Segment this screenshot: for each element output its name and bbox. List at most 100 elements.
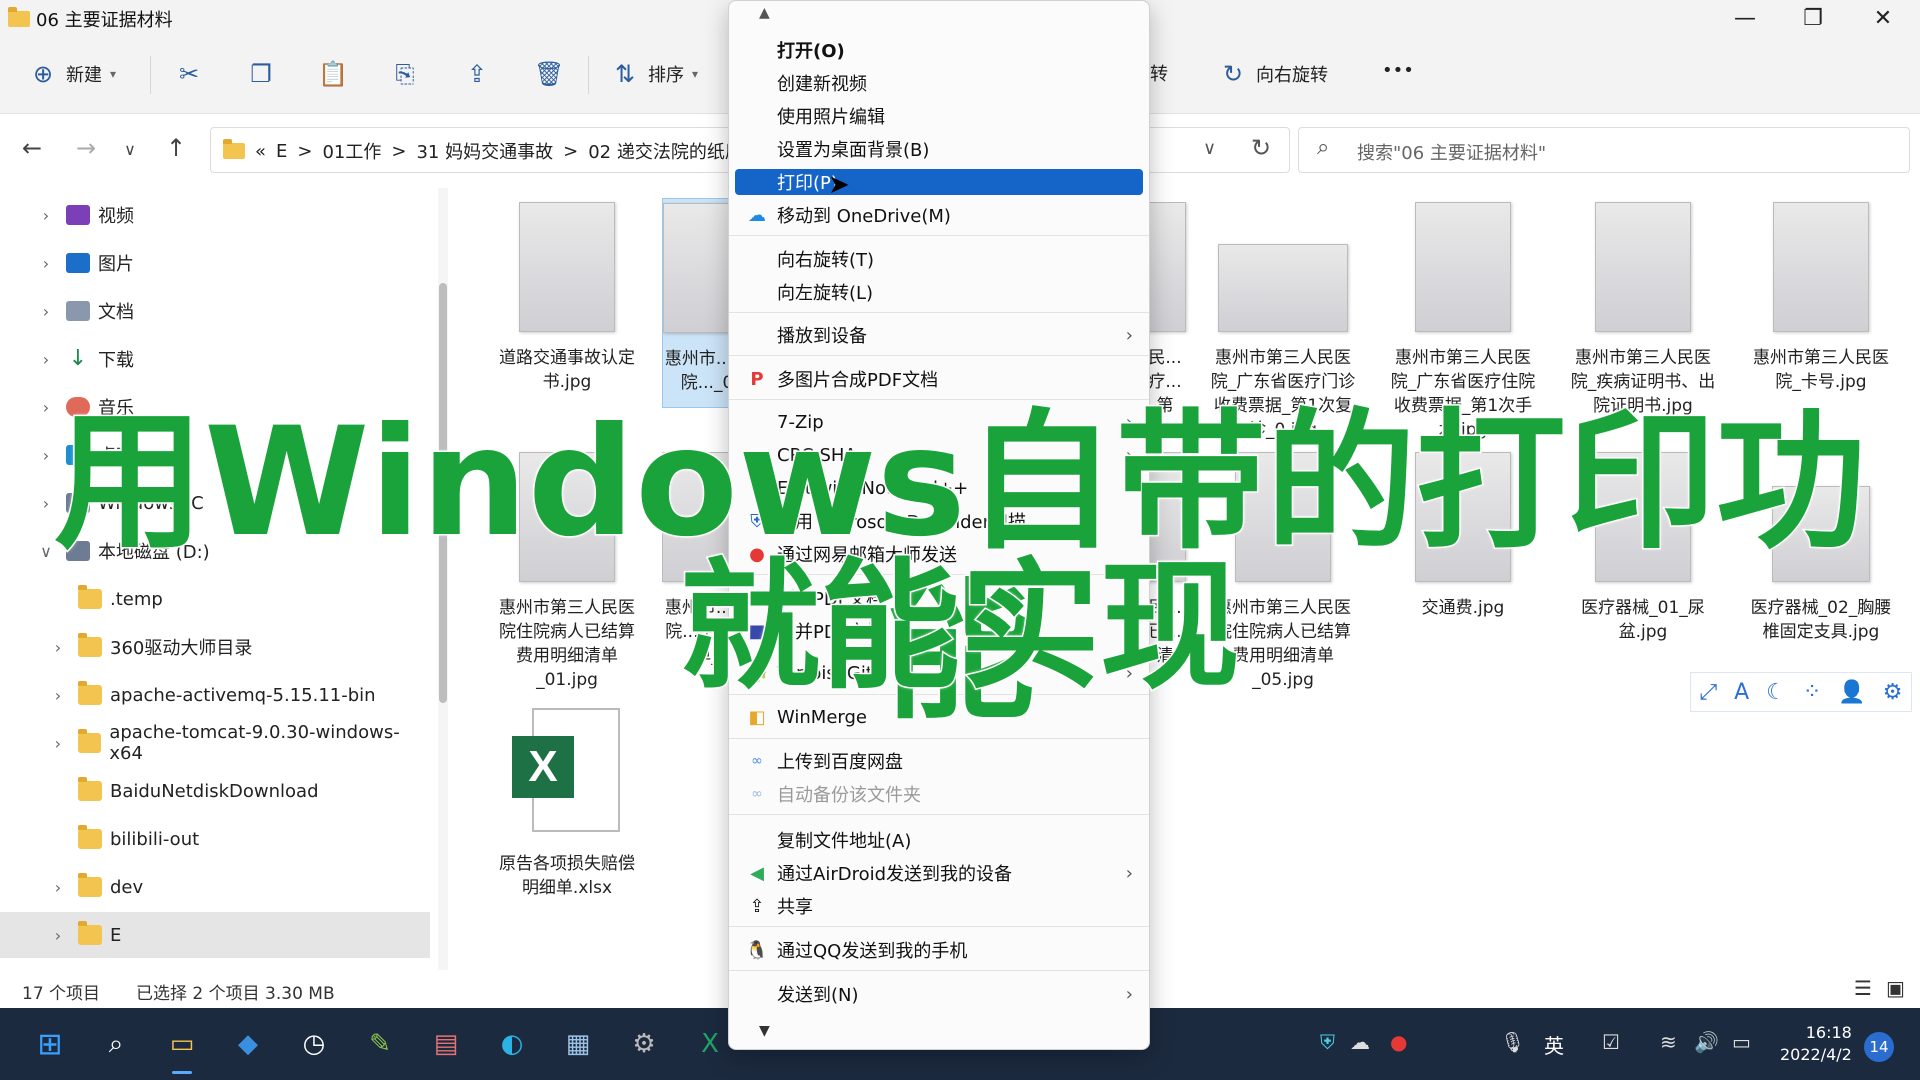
chevron-down-icon[interactable]: ∨ — [1203, 138, 1216, 159]
nav-label: 文档 — [98, 302, 134, 323]
nav-item-folder[interactable]: BaiduNetdiskDownload — [0, 768, 430, 814]
nav-label: BaiduNetdiskDownload — [110, 780, 319, 802]
menu-item-rotate-right[interactable]: 向右旋转(T) — [735, 246, 1143, 272]
breadcrumb-item[interactable]: 02 递交法院的纸质 — [588, 138, 743, 164]
chevron-right-icon[interactable]: › — [26, 350, 66, 369]
more-button[interactable]: ••• — [1382, 60, 1414, 81]
menu-item-open[interactable]: 打开(O) — [735, 37, 1143, 63]
file-item[interactable]: 道路交通事故认定书.jpg — [492, 202, 642, 394]
menu-item-share[interactable]: ⇪ 共享 — [735, 893, 1143, 919]
notification-badge[interactable]: 14 — [1864, 1032, 1894, 1062]
app-icon[interactable]: ✎ — [358, 1022, 402, 1066]
wifi-icon[interactable]: ≋ — [1660, 1030, 1677, 1054]
minimize-button[interactable]: — — [1710, 0, 1780, 36]
menu-item-copy-path[interactable]: 复制文件地址(A) — [735, 827, 1143, 853]
nav-item-downloads[interactable]: › ↓ 下载 — [0, 336, 430, 382]
cut-button[interactable]: ✂ — [174, 60, 204, 88]
forward-button[interactable]: → — [66, 134, 106, 162]
shield-icon[interactable]: ⛨ — [1320, 1030, 1335, 1054]
breadcrumb-item[interactable]: 01工作 — [322, 138, 381, 164]
edge-browser-icon[interactable]: ◐ — [490, 1022, 534, 1066]
menu-item-create-video[interactable]: 创建新视频 — [735, 70, 1143, 96]
search-input[interactable]: ⌕ 搜索"06 主要证据材料" — [1298, 127, 1910, 173]
checkbox-icon[interactable]: ☑ — [1602, 1030, 1620, 1054]
clock-app-icon[interactable]: ◷ — [292, 1022, 336, 1066]
chevron-right-icon[interactable]: › — [26, 206, 66, 225]
close-button[interactable]: ✕ — [1848, 0, 1918, 36]
menu-item-cast-to-device[interactable]: 播放到设备 › — [735, 322, 1143, 348]
breadcrumb-separator[interactable]: > — [297, 141, 312, 162]
menu-item-airdroid-send[interactable]: ◀ 通过AirDroid发送到我的设备 › — [735, 860, 1143, 886]
microphone-icon[interactable]: 🎙 — [1500, 1030, 1525, 1054]
pdf-icon: P — [750, 368, 764, 390]
file-name: 惠州市第三人民医院_卡号.jpg — [1753, 348, 1889, 392]
photos-icon[interactable]: ▦ — [556, 1022, 600, 1066]
delete-button[interactable]: 🗑 — [534, 60, 564, 88]
recent-dropdown[interactable]: ∨ — [110, 140, 150, 159]
menu-item-set-wallpaper[interactable]: 设置为桌面背景(B) — [735, 136, 1143, 162]
back-button[interactable]: ← — [12, 134, 52, 162]
sort-label: 排序 — [648, 65, 684, 86]
cloud-icon[interactable]: ☁ — [1350, 1030, 1370, 1054]
maximize-button[interactable]: ❐ — [1778, 0, 1848, 36]
menu-item-merge-images-pdf[interactable]: P 多图片合成PDF文档 — [735, 366, 1143, 392]
breadcrumb-separator[interactable]: > — [563, 141, 578, 162]
volume-icon[interactable]: 🔊 — [1694, 1030, 1719, 1054]
scroll-down-icon[interactable]: ▼ — [759, 1023, 770, 1039]
settings-icon[interactable]: ⚙ — [622, 1022, 666, 1066]
menu-item-edit-with-photos[interactable]: 使用照片编辑 — [735, 103, 1143, 129]
menu-item-print[interactable]: 打印(P) — [735, 169, 1143, 195]
breadcrumb-separator[interactable]: > — [391, 141, 406, 162]
nav-item-folder[interactable]: bilibili-out — [0, 816, 430, 862]
image-thumbnail — [1218, 244, 1348, 332]
large-icons-view-icon[interactable]: ▣ — [1886, 976, 1905, 1000]
excel-icon[interactable]: X — [688, 1022, 732, 1066]
file-explorer-icon[interactable]: ▭ — [160, 1022, 204, 1074]
menu-item-rotate-left[interactable]: 向左旋转(L) — [735, 279, 1143, 305]
nav-item-folder[interactable]: › dev — [0, 864, 430, 910]
ime-language[interactable]: 英 — [1544, 1030, 1564, 1059]
paste-button[interactable]: 📋 — [318, 60, 348, 88]
details-view-icon[interactable]: ☰ — [1854, 976, 1872, 1000]
system-clock[interactable]: 16:18 2022/4/2 — [1780, 1022, 1852, 1066]
copy-button[interactable]: ❐ — [246, 60, 276, 88]
rotate-left-button[interactable]: 转 — [1150, 60, 1168, 86]
caption-line-2: 就能实现 — [678, 546, 1241, 709]
breadcrumb-item[interactable]: 31 妈妈交通事故 — [416, 138, 553, 164]
battery-icon[interactable]: ▭ — [1732, 1030, 1751, 1054]
nav-item-videos[interactable]: › 视频 — [0, 192, 430, 238]
chevron-right-icon[interactable]: › — [26, 302, 66, 321]
up-button[interactable]: ↑ — [156, 134, 196, 162]
sort-button[interactable]: ⇅ 排序 ▾ — [610, 60, 698, 88]
menu-item-qq-send[interactable]: 🐧 通过QQ发送到我的手机 — [735, 937, 1143, 963]
chevron-right-icon[interactable]: › — [38, 878, 78, 897]
plus-circle-icon: ⊕ — [32, 60, 54, 88]
breadcrumb: « E > 01工作 > 31 妈妈交通事故 > 02 递交法院的纸质 — [223, 138, 743, 164]
menu-item-move-to-onedrive[interactable]: ☁ 移动到 OneDrive(M) — [735, 202, 1143, 228]
chevron-right-icon[interactable]: › — [38, 926, 78, 945]
file-item[interactable]: 惠州市第三人民医院_疾病证明书、出院证明书.jpg — [1568, 202, 1718, 418]
refresh-icon[interactable]: ↻ — [1251, 134, 1271, 162]
image-thumbnail — [1773, 202, 1869, 332]
app-tray-icon[interactable]: ● — [1390, 1030, 1407, 1054]
menu-item-auto-backup: ∞ 自动备份该文件夹 — [735, 781, 1143, 807]
nav-item-pictures[interactable]: › 图片 — [0, 240, 430, 286]
nav-item-documents[interactable]: › 文档 — [0, 288, 430, 334]
chevron-right-icon[interactable]: › — [26, 254, 66, 273]
new-button[interactable]: ⊕ 新建 ▾ — [28, 60, 116, 88]
breadcrumb-item[interactable]: E — [276, 141, 287, 162]
divider — [588, 56, 589, 94]
file-item[interactable]: 惠州市第三人民医院_卡号.jpg — [1746, 202, 1896, 394]
menu-item-upload-baidu[interactable]: ∞ 上传到百度网盘 — [735, 748, 1143, 774]
menu-item-send-to[interactable]: 发送到(N) › — [735, 981, 1143, 1007]
share-button[interactable]: ⇪ — [462, 60, 492, 88]
documents-folder-icon — [66, 301, 90, 321]
rename-button[interactable]: ⎘ — [390, 60, 420, 88]
search-icon[interactable]: ⌕ — [94, 1022, 138, 1066]
vscode-icon[interactable]: ◆ — [226, 1022, 270, 1066]
start-button[interactable]: ⊞ — [28, 1022, 72, 1066]
scroll-up-icon[interactable]: ▲ — [759, 5, 770, 21]
rotate-right-button[interactable]: ↻ 向右旋转 — [1218, 60, 1328, 88]
app-icon[interactable]: ▤ — [424, 1022, 468, 1066]
nav-item-folder-selected[interactable]: › E — [0, 912, 430, 958]
